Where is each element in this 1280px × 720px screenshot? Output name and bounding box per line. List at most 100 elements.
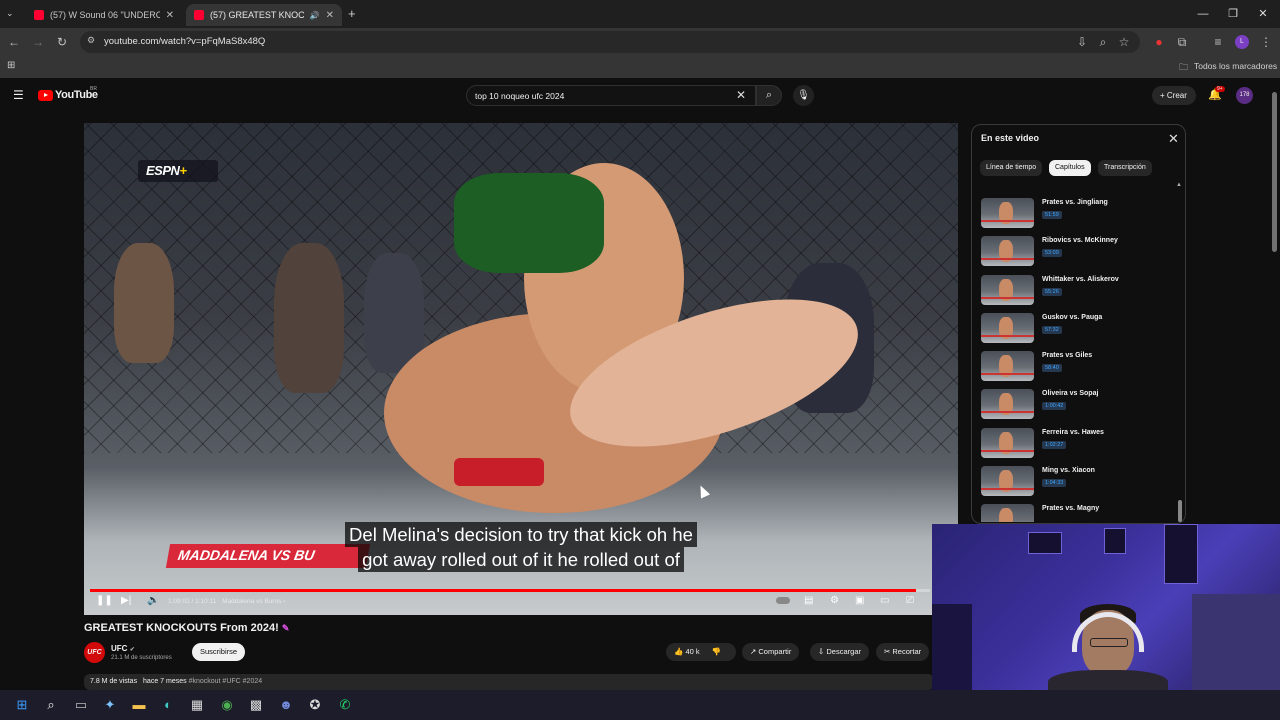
discord-icon[interactable]: ☻ (276, 695, 296, 715)
chapter-item[interactable]: Whittaker vs. Aliskerov 55:26 (981, 275, 1171, 309)
site-info-icon[interactable]: ⚙ (87, 35, 95, 46)
chapter-item[interactable]: Prates vs. Jingliang 51:59 (981, 198, 1171, 232)
page-scrollbar[interactable] (1272, 92, 1277, 252)
close-window-button[interactable]: ✕ (1248, 4, 1278, 24)
autoplay-toggle[interactable] (776, 596, 790, 607)
volume-icon[interactable]: 🔈 (147, 595, 159, 606)
cast-icon[interactable]: ⎚ (906, 595, 914, 606)
file-explorer-icon[interactable]: ▬ (129, 695, 149, 715)
channel-name[interactable]: UFC ✔ (111, 644, 135, 653)
profile-avatar[interactable]: L (1235, 35, 1249, 49)
chapter-title: Guskov vs. Pauga (1042, 314, 1103, 321)
espn-text: ESPN (146, 163, 180, 178)
tab-chapters[interactable]: Capítulos (1049, 160, 1091, 176)
next-icon[interactable]: ▶| (121, 595, 131, 606)
chapter-item[interactable]: Ribovics vs. McKinney 53:09 (981, 236, 1171, 270)
browser-tab-2[interactable]: (57) GREATEST KNOCKOUT 🔊 ✕ (186, 4, 342, 26)
clear-search-icon[interactable]: ✕ (736, 88, 746, 102)
install-app-icon[interactable]: ⇩ (1074, 34, 1090, 50)
whatsapp-icon[interactable]: ✆ (335, 695, 355, 715)
chapter-title: Oliveira vs Sopaj (1042, 390, 1099, 397)
caption-line-2: got away rolled out of it he rolled out … (358, 547, 684, 572)
glasses (1090, 638, 1128, 647)
theater-mode-icon[interactable]: ▭ (880, 595, 889, 606)
subscribe-button[interactable]: Suscribirse (192, 643, 245, 661)
wall-shelf (1192, 594, 1280, 696)
youtube-logo-icon[interactable] (38, 90, 53, 101)
scissors-icon: ✂ (884, 647, 891, 656)
apps-grid-icon[interactable]: ⊞ (7, 60, 15, 71)
new-tab-button[interactable]: + (348, 6, 356, 21)
chapter-item[interactable]: Ferreira vs. Hawes 1:02:27 (981, 428, 1171, 462)
tab-audio-icon[interactable]: 🔊 (310, 11, 320, 20)
app-icon[interactable]: ▩ (246, 695, 266, 715)
hamburger-menu-icon[interactable]: ☰ (13, 88, 24, 102)
like-dislike-group: 👍 40 k 👎 (666, 643, 736, 661)
tab-timeline[interactable]: Línea de tiempo (980, 160, 1043, 176)
extension-icon[interactable]: ● (1151, 34, 1167, 50)
reload-icon[interactable]: ↻ (54, 34, 70, 50)
hashtags[interactable]: #knockout #UFC #2024 (189, 678, 263, 685)
chapter-thumbnail (981, 428, 1034, 458)
microphone-icon[interactable]: 🎙 (793, 85, 814, 106)
miniplayer-icon[interactable]: ▣ (855, 595, 864, 606)
back-icon[interactable]: ← (6, 34, 22, 50)
clip-button[interactable]: ✂ Recortar (876, 643, 930, 661)
espn-watermark: ESPN+ (138, 160, 218, 182)
minimize-button[interactable]: — (1188, 4, 1218, 24)
zoom-icon[interactable]: ⌕ (1095, 34, 1111, 50)
progress-bar[interactable] (90, 589, 930, 592)
tab-transcript[interactable]: Transcripción (1098, 160, 1152, 176)
panel-scrollbar[interactable] (1178, 500, 1182, 522)
chapter-thumbnail (981, 504, 1034, 522)
chapter-item-partial[interactable] (981, 180, 1171, 182)
fighter-shorts (454, 458, 544, 486)
chapter-item[interactable]: Guskov vs. Pauga 57:32 (981, 313, 1171, 347)
settings-gear-icon[interactable]: ⚙ (830, 595, 839, 606)
create-button[interactable]: + Crear (1152, 86, 1196, 105)
close-panel-icon[interactable]: ✕ (1168, 131, 1179, 147)
share-button[interactable]: ↗ Compartir (742, 643, 800, 661)
copilot-icon[interactable]: ✦ (100, 695, 120, 715)
chapter-item[interactable]: Prates vs. Magny (981, 504, 1171, 522)
time-display[interactable]: 1:09:02 / 1:10:11 · Maddalena vs Burns › (168, 598, 285, 605)
progress-fill (90, 589, 916, 592)
close-tab-icon[interactable]: ✕ (166, 10, 174, 21)
app-icon[interactable]: ✪ (305, 695, 325, 715)
chrome-icon[interactable]: ◉ (217, 695, 237, 715)
all-bookmarks-label[interactable]: Todos los marcadores (1194, 61, 1277, 71)
dislike-icon[interactable]: 👎 (712, 647, 721, 656)
channel-avatar[interactable]: UFC (84, 642, 105, 663)
close-tab-icon[interactable]: ✕ (326, 10, 334, 21)
wall-poster (1164, 524, 1198, 584)
edge-icon[interactable]: ◐ (158, 695, 178, 715)
chapter-item[interactable]: Prates vs Giles 58:40 (981, 351, 1171, 385)
windows-start-icon[interactable]: ⊞ (12, 695, 32, 715)
task-view-icon[interactable]: ▭ (71, 695, 91, 715)
subtitles-icon[interactable]: ▤ (804, 595, 813, 606)
bookmark-star-icon[interactable]: ☆ (1116, 34, 1132, 50)
chapter-item[interactable]: Ming vs. Xiacon 1:04:33 (981, 466, 1171, 500)
tab-search-icon[interactable]: ⌄ (6, 8, 14, 19)
like-count[interactable]: 40 k (685, 647, 699, 656)
extensions-puzzle-icon[interactable]: ⧉ (1174, 34, 1190, 50)
browser-tab-1[interactable]: (57) W Sound 06 "UNDERCRO ✕ (26, 4, 182, 26)
store-icon[interactable]: ▦ (187, 695, 207, 715)
maximize-button[interactable]: ❐ (1218, 4, 1248, 24)
chapter-time: 51:59 (1042, 211, 1062, 219)
chapter-title: Prates vs Giles (1042, 352, 1093, 359)
scroll-up-arrow-icon[interactable]: ▲ (1176, 182, 1182, 188)
search-button[interactable]: ⌕ (756, 85, 782, 106)
youtube-favicon-icon (194, 10, 204, 20)
search-icon[interactable]: ⌕ (41, 695, 61, 715)
download-button[interactable]: ⇩ Descargar (810, 643, 869, 661)
forward-icon[interactable]: → (30, 34, 46, 50)
pause-icon[interactable]: ❚❚ (96, 595, 113, 606)
like-icon[interactable]: 👍 (674, 647, 683, 656)
menu-dots-icon[interactable]: ⋮ (1258, 34, 1274, 50)
reading-list-icon[interactable]: ≡ (1210, 34, 1226, 50)
account-avatar[interactable]: 178 (1236, 87, 1253, 104)
chapter-item[interactable]: Oliveira vs Sopaj 1:00:42 (981, 389, 1171, 423)
chapter-title: Prates vs. Magny (1042, 505, 1100, 512)
folder-icon: 🗀 (1179, 62, 1189, 72)
